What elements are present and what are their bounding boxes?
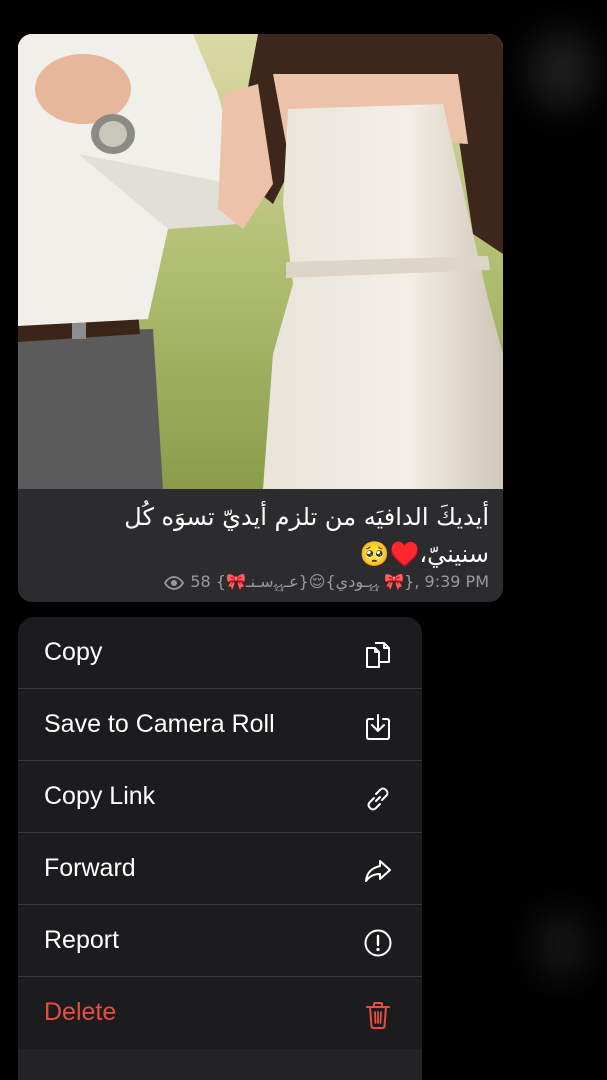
menu-item-report[interactable]: Report — [18, 905, 422, 977]
meta-text: 58 {🎀عـﮩ͢ﮩسـنـ}😌{ﮩ͢ﮩـودي 🎀}, 9:39 PM — [190, 572, 489, 591]
caption-line: سنينيّ،♥️🥺 — [359, 540, 489, 568]
download-icon — [366, 714, 390, 740]
menu-item-label: Delete — [44, 998, 117, 1026]
menu-item-label: Save to Camera Roll — [44, 710, 275, 738]
menu-item-label: Forward — [44, 854, 136, 882]
menu-item-forward[interactable]: Forward — [18, 833, 422, 905]
menu-item-label: Copy — [44, 638, 103, 666]
background-blur — [534, 910, 589, 980]
caption-line: أيديكَ الدافيَه من تلزم أيديّ تسوَه كُل — [124, 503, 489, 531]
menu-item-delete[interactable]: Delete — [18, 977, 422, 1048]
context-menu: Copy Save to Camera Roll Copy Link Forwa… — [18, 617, 422, 1080]
background-blur — [527, 30, 597, 110]
report-icon — [364, 929, 392, 957]
views-eye-icon — [164, 576, 185, 590]
menu-item-copy[interactable]: Copy — [18, 617, 422, 689]
message-photo[interactable] — [18, 34, 503, 489]
menu-section-separator — [18, 1049, 422, 1080]
menu-item-copy-link[interactable]: Copy Link — [18, 761, 422, 833]
message-caption: أيديكَ الدافيَه من تلزم أيديّ تسوَه كُل … — [18, 489, 503, 602]
message-meta: 58 {🎀عـﮩ͢ﮩسـنـ}😌{ﮩ͢ﮩـودي 🎀}, 9:39 PM — [32, 572, 489, 592]
message-bubble[interactable]: أيديكَ الدافيَه من تلزم أيديّ تسوَه كُل … — [18, 34, 503, 602]
menu-item-save-to-camera-roll[interactable]: Save to Camera Roll — [18, 689, 422, 761]
photo-illustration — [18, 34, 503, 489]
caption-text: أيديكَ الدافيَه من تلزم أيديّ تسوَه كُل … — [31, 499, 489, 573]
link-icon — [367, 787, 389, 811]
trash-icon — [366, 1002, 390, 1029]
menu-item-label: Copy Link — [44, 782, 156, 810]
menu-item-label: Report — [44, 926, 120, 954]
copy-icon — [366, 642, 390, 668]
forward-icon — [365, 860, 391, 882]
